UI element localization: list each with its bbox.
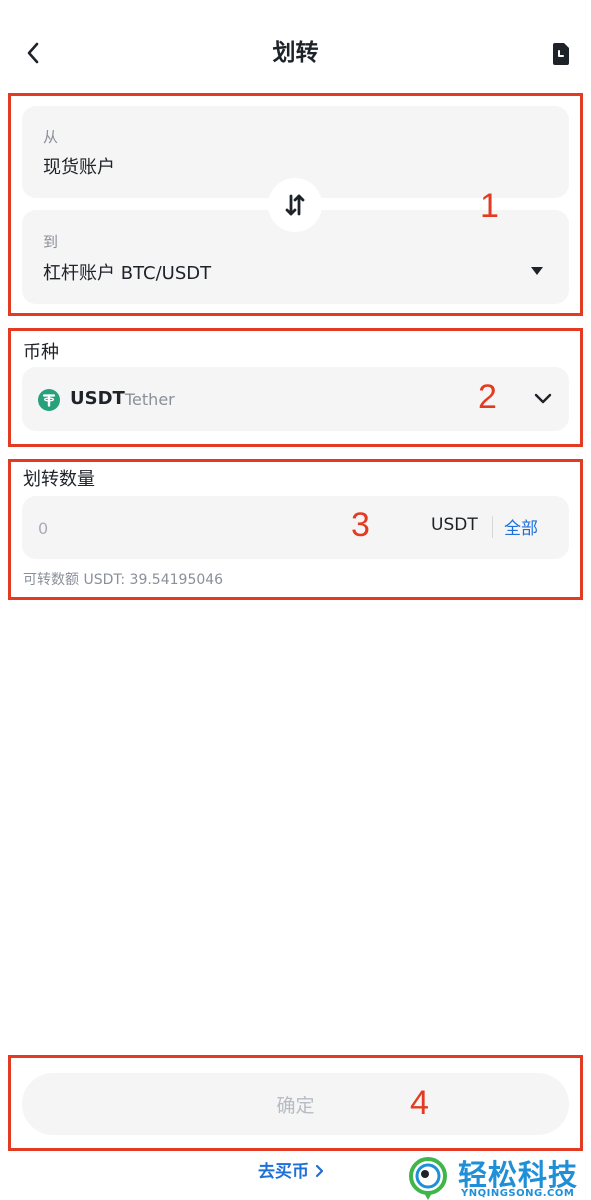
annotation-number-4: 4 xyxy=(410,1084,429,1122)
buy-crypto-link[interactable]: 去买币 xyxy=(258,1157,325,1182)
chevron-right-icon xyxy=(315,1164,324,1178)
annotation-box-3 xyxy=(8,459,583,600)
transfer-record-icon xyxy=(553,43,569,65)
watermark: 轻松科技 YNQINGSONG.COM xyxy=(406,1152,591,1200)
annotation-number-2: 2 xyxy=(478,378,497,416)
page-title: 划转 xyxy=(272,40,319,66)
header: 划转 xyxy=(0,0,591,108)
watermark-logo-icon xyxy=(409,1157,447,1200)
annotation-number-1: 1 xyxy=(480,187,499,225)
annotation-box-4 xyxy=(8,1055,583,1151)
transfer-history-button[interactable] xyxy=(547,40,575,68)
buy-crypto-label: 去买币 xyxy=(258,1162,309,1182)
watermark-subtext: YNQINGSONG.COM xyxy=(461,1188,575,1199)
annotation-number-3: 3 xyxy=(351,506,370,544)
